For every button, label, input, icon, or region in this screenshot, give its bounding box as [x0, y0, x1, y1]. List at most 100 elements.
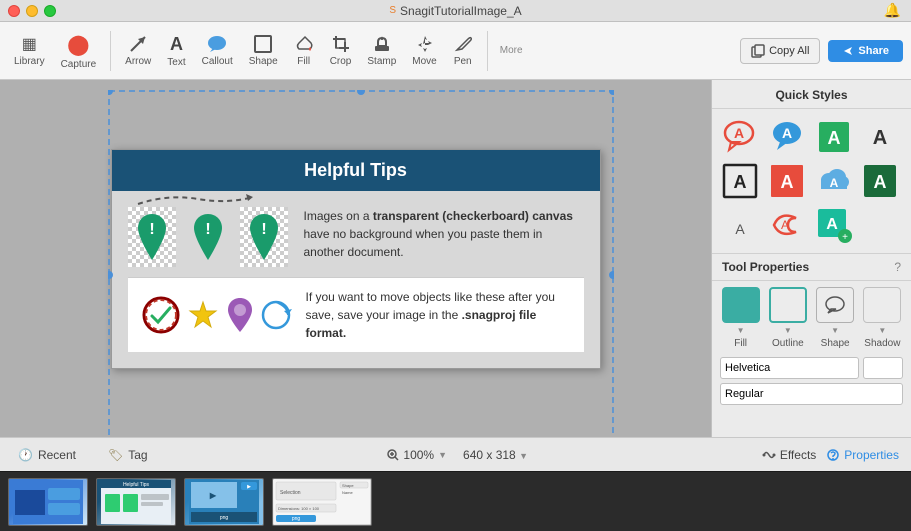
- canvas-area[interactable]: Helpful Tips: [0, 80, 711, 437]
- shadow-label: Shadow: [864, 338, 900, 349]
- style-red-bubble[interactable]: A: [720, 117, 760, 157]
- font-family-select[interactable]: Helvetica Arial Times New Roman: [720, 357, 859, 379]
- effects-button[interactable]: Effects: [762, 448, 816, 462]
- copy-icon: [751, 44, 765, 58]
- share-icon: [842, 45, 854, 57]
- maximize-button[interactable]: [44, 5, 56, 17]
- shadow-prop-button[interactable]: ▼ Shadow: [863, 287, 901, 349]
- properties-button[interactable]: Properties: [826, 448, 899, 462]
- pen-label: Pen: [454, 56, 472, 67]
- style-teal-plus[interactable]: A +: [814, 205, 854, 245]
- effects-icon: [762, 448, 776, 462]
- arrow-label: Arrow: [125, 56, 151, 67]
- recent-label: Recent: [38, 448, 76, 462]
- fill-icon: [294, 34, 314, 54]
- tool-props-buttons-row: ▼ Fill ▼ Outline ▼ Shape: [712, 281, 911, 355]
- help-icon[interactable]: ?: [894, 260, 901, 274]
- status-center: 100% ▼ 640 x 318 ▼: [387, 448, 528, 462]
- separator-2: [487, 31, 488, 71]
- canvas-icons-col: ! !: [128, 207, 288, 267]
- tool-properties-label: Tool Properties: [722, 260, 809, 274]
- move-icon: [415, 34, 435, 54]
- thumb-1-image: [13, 480, 83, 524]
- svg-text:▶: ▶: [209, 491, 217, 500]
- effects-label: Effects: [780, 448, 816, 462]
- style-dark-green[interactable]: A: [860, 161, 900, 201]
- dashed-arrow: [128, 189, 268, 209]
- shadow-chevron: ▼: [878, 326, 886, 335]
- thumbnail-3[interactable]: ▶ ▶ png: [184, 478, 264, 526]
- svg-text:!: !: [205, 221, 210, 238]
- style-green-box[interactable]: A: [814, 117, 854, 157]
- checkmark-circle-icon: [142, 296, 180, 334]
- fill-chevron: ▼: [737, 326, 745, 335]
- window-title-area: S SnagitTutorialImage_A: [389, 4, 521, 18]
- zoom-control[interactable]: 100% ▼: [387, 448, 447, 462]
- style-black-border[interactable]: A: [720, 161, 760, 201]
- pin-icon-3: !: [246, 212, 282, 262]
- svg-text:Dimensions: 100 × 100: Dimensions: 100 × 100: [278, 506, 320, 511]
- style-small-a[interactable]: A: [720, 205, 760, 245]
- svg-text:A: A: [873, 127, 887, 149]
- minimize-button[interactable]: [26, 5, 38, 17]
- svg-text:png: png: [292, 516, 301, 522]
- library-tool[interactable]: ▦ Library: [8, 30, 51, 71]
- more-label[interactable]: More: [496, 41, 527, 60]
- location-pin-icon: [226, 296, 254, 334]
- title-bar: S SnagitTutorialImage_A 🔔: [0, 0, 911, 22]
- canvas-row1-text: Images on a transparent (checkerboard) c…: [304, 207, 584, 261]
- canvas-title: Helpful Tips: [304, 160, 407, 180]
- thumbnail-2[interactable]: Helpful Tips: [96, 478, 176, 526]
- style-red-arrow[interactable]: A: [767, 205, 807, 245]
- svg-text:Helpful Tips: Helpful Tips: [123, 482, 150, 488]
- style-plain-a[interactable]: A: [860, 117, 900, 157]
- svg-text:Name: Name: [342, 490, 353, 495]
- thumbnail-1[interactable]: [8, 478, 88, 526]
- svg-text:A: A: [734, 172, 747, 192]
- move-tool[interactable]: Move: [406, 30, 442, 71]
- capture-tool[interactable]: ⬤ Capture: [55, 28, 103, 74]
- callout-tool[interactable]: Callout: [196, 30, 239, 71]
- style-red-fill[interactable]: A: [767, 161, 807, 201]
- zoom-icon: [387, 449, 399, 461]
- canvas-content: Helpful Tips: [111, 149, 601, 369]
- thumb-2-image: Helpful Tips: [101, 480, 171, 524]
- crop-tool[interactable]: Crop: [324, 30, 358, 71]
- copy-all-button[interactable]: Copy All: [740, 38, 820, 64]
- font-weight-select[interactable]: Regular Bold Italic: [720, 383, 903, 405]
- outline-prop-button[interactable]: ▼ Outline: [769, 287, 807, 349]
- shape-label: Shape: [821, 338, 850, 349]
- fill-tool[interactable]: Fill: [288, 30, 320, 71]
- shape-prop-button[interactable]: ▼ Shape: [816, 287, 854, 349]
- notification-bell[interactable]: 🔔: [884, 2, 901, 19]
- tag-tab[interactable]: 🏷 Tag: [102, 445, 154, 465]
- text-tool[interactable]: A Text: [161, 30, 191, 72]
- shape-tool[interactable]: Shape: [243, 30, 284, 71]
- thumbnail-4[interactable]: Selection Shape Name Dimensions: 100 × 1…: [272, 478, 372, 526]
- separator-1: [110, 31, 111, 71]
- svg-text:!: !: [261, 221, 266, 238]
- svg-text:A: A: [734, 125, 744, 141]
- canvas-header: Helpful Tips: [112, 150, 600, 191]
- style-cloud-blue[interactable]: A: [814, 161, 854, 201]
- shadow-box: [863, 287, 901, 323]
- fill-prop-button[interactable]: ▼ Fill: [722, 287, 760, 349]
- svg-text:A: A: [735, 221, 745, 237]
- canvas-row2: If you want to move objects like these a…: [128, 277, 584, 352]
- svg-text:▶: ▶: [247, 484, 251, 490]
- status-right: Effects Properties: [762, 448, 899, 462]
- size-display[interactable]: 640 x 318 ▼: [463, 448, 528, 462]
- pen-tool[interactable]: Pen: [447, 30, 479, 71]
- shape-chevron: ▼: [831, 326, 839, 335]
- share-button[interactable]: Share: [828, 40, 903, 62]
- stamp-tool[interactable]: Stamp: [361, 30, 402, 71]
- capture-label: Capture: [61, 59, 97, 70]
- recent-tab[interactable]: 🕐 Recent: [12, 445, 82, 465]
- arrow-tool[interactable]: Arrow: [119, 30, 157, 71]
- style-blue-bubble[interactable]: A: [767, 117, 807, 157]
- callout-icon: [206, 34, 228, 54]
- canvas-row2-icons: [142, 296, 292, 334]
- font-size-select[interactable]: 10 12 14: [863, 357, 903, 379]
- close-button[interactable]: [8, 5, 20, 17]
- callout-shape-icon: [824, 295, 846, 315]
